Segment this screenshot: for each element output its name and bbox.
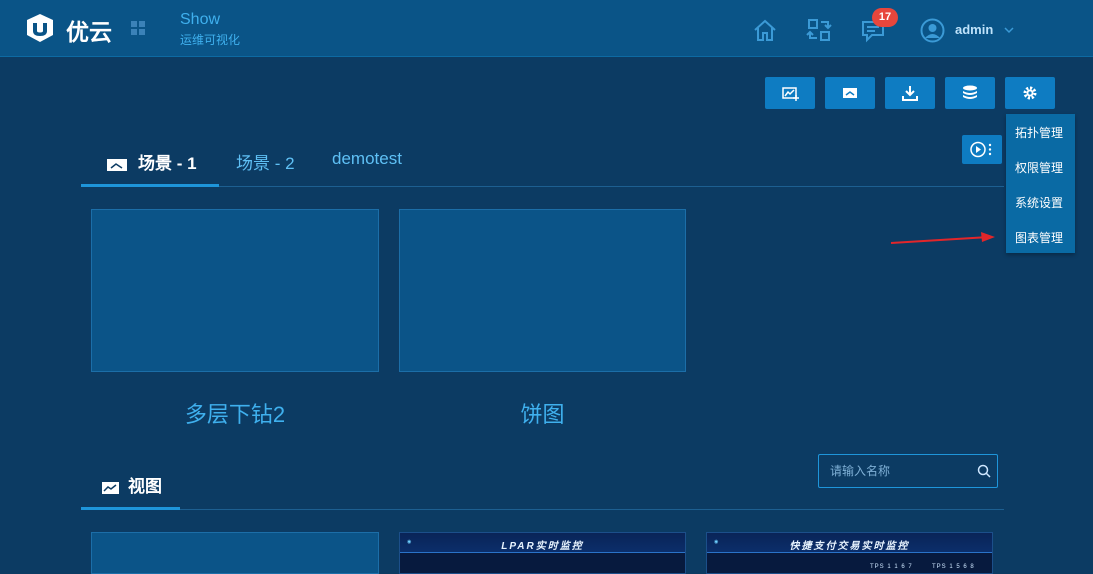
section-label: 视图 <box>128 477 162 496</box>
logo-icon <box>27 14 53 42</box>
home-icon[interactable] <box>752 17 778 43</box>
scene-card-title[interactable]: 饼图 <box>399 397 686 429</box>
views-active-indicator <box>81 507 180 510</box>
view-search <box>818 454 998 488</box>
tab-scene-1[interactable]: 场景 - 1 <box>106 149 197 174</box>
thumbnail-stat: TPS 1 5 6 8 <box>932 564 975 570</box>
settings-menu: 拓扑管理 权限管理 系统设置 图表管理 <box>1006 114 1075 253</box>
views-divider <box>81 509 1004 510</box>
database-button[interactable] <box>945 77 995 109</box>
tab-scene-2[interactable]: 场景 - 2 <box>236 149 295 174</box>
add-chart-icon <box>782 87 799 101</box>
brand-name: 优云 <box>66 19 112 45</box>
gear-icon <box>1023 86 1037 100</box>
annotation-arrow <box>890 232 995 244</box>
tab-demotest[interactable]: demotest <box>332 149 402 169</box>
app-subtitle: 运维可视化 <box>180 33 241 47</box>
menu-item-topology[interactable]: 拓扑管理 <box>1006 117 1075 150</box>
scene-icon <box>107 158 127 171</box>
download-button[interactable] <box>885 77 935 109</box>
views-section-title: 视图 <box>101 472 162 497</box>
settings-button[interactable] <box>1005 77 1055 109</box>
view-thumbnail[interactable]: ◉ LPAR实时监控 <box>399 532 686 574</box>
app-name: Show <box>180 11 221 28</box>
menu-item-permissions[interactable]: 权限管理 <box>1006 152 1075 185</box>
thumbnail-title: LPAR实时监控 <box>501 541 584 552</box>
tab-label: 场景 - 1 <box>138 154 197 173</box>
scene-card-thumbnail[interactable] <box>91 209 379 372</box>
menu-item-chart-management[interactable]: 图表管理 <box>1006 222 1075 255</box>
app-grid-icon[interactable] <box>131 21 145 35</box>
chevron-down-icon[interactable] <box>1003 24 1015 36</box>
search-icon[interactable] <box>977 464 991 478</box>
add-scene-button[interactable] <box>825 77 875 109</box>
thumbnail-stat: TPS 1 1 6 7 <box>870 564 913 570</box>
add-chart-button[interactable] <box>765 77 815 109</box>
view-thumbnail[interactable]: ◉ 快捷支付交易实时监控 TPS 1 1 6 7 TPS 1 5 6 8 <box>706 532 993 574</box>
user-avatar-icon[interactable] <box>920 18 945 43</box>
scene-card-thumbnail[interactable] <box>399 209 686 372</box>
menu-item-system-settings[interactable]: 系统设置 <box>1006 187 1075 220</box>
tabs-divider <box>81 186 1004 187</box>
play-icon <box>970 141 992 158</box>
scene-card-title[interactable]: 多层下钻2 <box>91 397 379 429</box>
download-icon <box>902 86 918 101</box>
add-scene-icon <box>843 88 857 98</box>
database-icon <box>963 85 977 99</box>
top-bar: 优云 Show 运维可视化 17 admin <box>0 0 1093 57</box>
search-input[interactable] <box>819 455 969 487</box>
view-thumbnail[interactable] <box>91 532 379 574</box>
switch-icon[interactable] <box>806 17 832 43</box>
tab-active-indicator <box>81 184 219 187</box>
line-chart-icon <box>102 481 119 494</box>
notification-badge: 17 <box>872 8 898 27</box>
username[interactable]: admin <box>955 22 993 37</box>
play-button[interactable] <box>962 135 1002 164</box>
thumbnail-title: 快捷支付交易实时监控 <box>789 541 910 552</box>
